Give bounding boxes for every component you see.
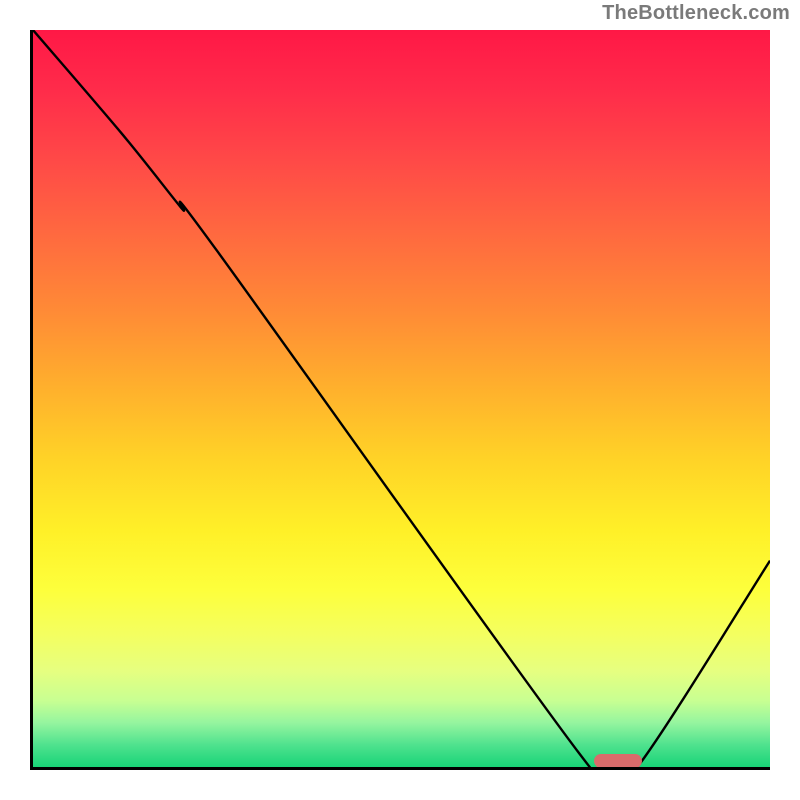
optimal-marker [594,754,642,768]
bottleneck-curve [33,30,770,767]
chart-container: TheBottleneck.com [0,0,800,800]
plot-area [30,30,770,770]
watermark-text: TheBottleneck.com [602,2,790,25]
